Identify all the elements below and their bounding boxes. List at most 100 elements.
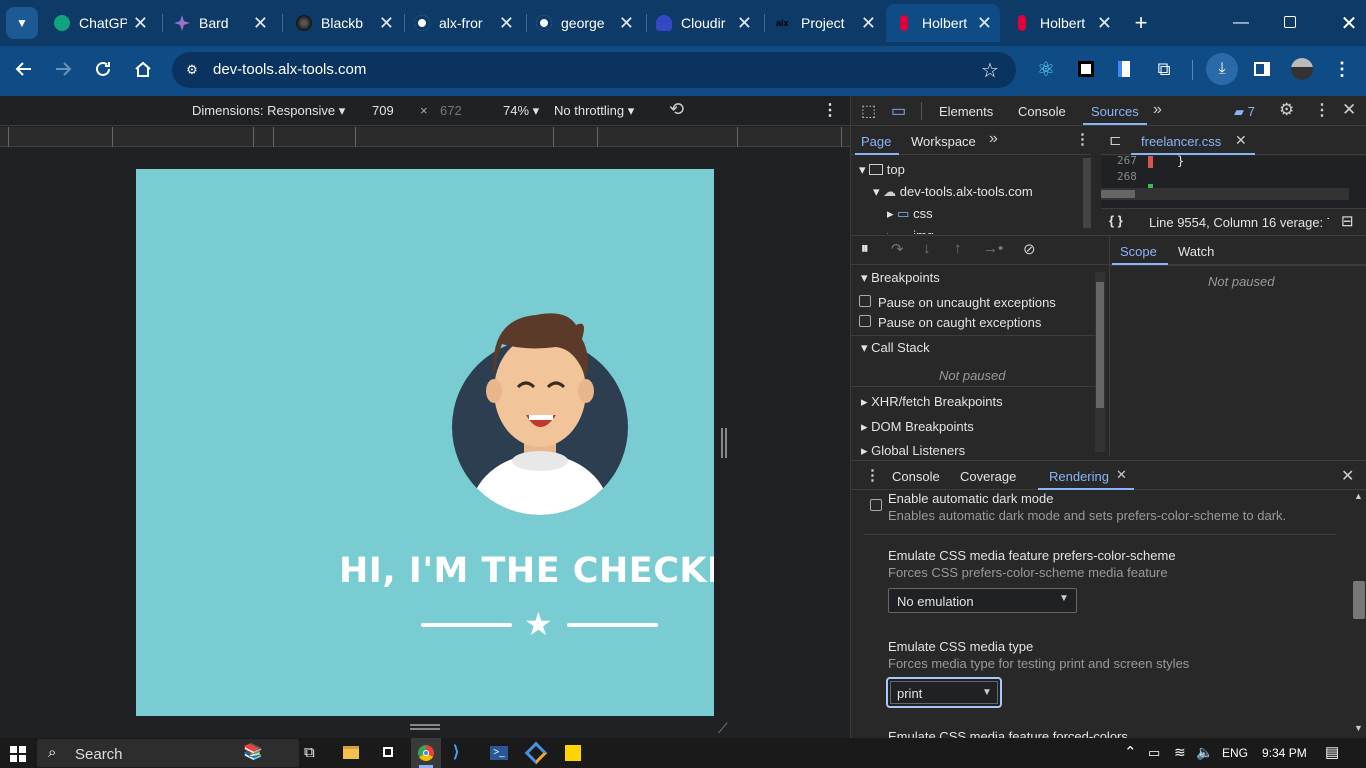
width-input[interactable]: 709	[372, 103, 394, 118]
url-text[interactable]: dev-tools.alx-tools.com	[213, 61, 366, 78]
downloads-icon[interactable]: ⤓	[1206, 53, 1238, 85]
tab-github-alx[interactable]: alx-fror ✕	[404, 4, 522, 42]
device-more-icon[interactable]: ⋮	[822, 100, 838, 120]
step-into-icon[interactable]: ↓	[923, 240, 931, 257]
settings-gear-icon[interactable]: ⚙	[1279, 100, 1294, 120]
tab-github-george[interactable]: george ✕	[526, 4, 642, 42]
extension-react-icon[interactable]: ⚛	[1030, 53, 1062, 85]
tab-sources[interactable]: Sources	[1091, 104, 1139, 119]
tab-bard[interactable]: Bard ✕	[164, 4, 276, 42]
pause-uncaught-checkbox[interactable]	[859, 295, 871, 307]
side-panel-icon[interactable]	[1246, 53, 1278, 85]
drawer-menu-icon[interactable]: ⋮	[865, 466, 880, 484]
pause-caught-checkbox[interactable]	[859, 315, 871, 327]
taskbar-search[interactable]: ⌕ Search 📚	[37, 739, 299, 767]
sticky-notes-icon[interactable]	[565, 745, 581, 761]
drawer-tab-rendering[interactable]: Rendering	[1049, 469, 1109, 484]
tab-holberton[interactable]: Holbert ✕	[1004, 4, 1120, 42]
resize-handle-right[interactable]	[721, 428, 727, 458]
extension-docs-icon[interactable]	[1108, 53, 1140, 85]
battery-icon[interactable]: ▭	[1148, 745, 1160, 761]
notification-icon[interactable]: ▤	[1325, 743, 1339, 761]
new-tab-button[interactable]: +	[1126, 8, 1156, 38]
extensions-puzzle-icon[interactable]: ⧉	[1148, 53, 1180, 85]
tab-blackbox[interactable]: Blackb ✕	[286, 4, 402, 42]
tab-console[interactable]: Console	[1018, 104, 1066, 119]
back-button[interactable]	[8, 53, 40, 85]
vscode-icon[interactable]: ⟩	[453, 745, 469, 761]
tray-chevron-icon[interactable]: ⌃	[1124, 743, 1137, 761]
close-drawer-icon[interactable]: ✕	[1341, 466, 1354, 486]
tab-scope[interactable]: Scope	[1120, 244, 1157, 259]
tree-item-img[interactable]: ▸ ▭ img	[887, 228, 934, 234]
wifi-icon[interactable]: ≋	[1174, 744, 1186, 761]
toggle-navigator-icon[interactable]: ⊏	[1109, 131, 1122, 149]
nav-menu-icon[interactable]: ⋮	[1075, 130, 1090, 148]
reload-button[interactable]	[87, 53, 119, 85]
close-window-button[interactable]: ✕	[1334, 8, 1364, 38]
tab-holberton-active[interactable]: Holbert ✕	[886, 4, 1000, 42]
bookmark-star-icon[interactable]: ☆	[976, 56, 1004, 84]
tab-search-button[interactable]: ▼	[6, 7, 38, 39]
editor-file-tab[interactable]: freelancer.css	[1141, 134, 1221, 149]
throttling-dropdown[interactable]: No throttling ▾	[554, 103, 634, 119]
deactivate-breakpoints-icon[interactable]: ⊘	[1023, 240, 1036, 258]
close-file-icon[interactable]: ✕	[1235, 132, 1247, 149]
resize-handle-bottom[interactable]	[410, 724, 440, 730]
file-explorer-icon[interactable]	[343, 746, 359, 759]
close-icon[interactable]: ✕	[737, 13, 752, 34]
extension-icon[interactable]	[1070, 53, 1102, 85]
device-toggle-icon[interactable]: ▭	[891, 101, 906, 121]
profile-avatar[interactable]	[1286, 53, 1318, 85]
language-indicator[interactable]: ENG	[1222, 746, 1248, 760]
close-icon[interactable]: ✕	[379, 13, 394, 34]
zoom-dropdown[interactable]: 74% ▾	[503, 103, 539, 119]
pcs-select[interactable]: No emulation ▼	[888, 588, 1077, 613]
drawer-tab-console[interactable]: Console	[892, 469, 940, 484]
resize-handle-corner[interactable]: ⟋	[718, 720, 728, 737]
nav-tab-page[interactable]: Page	[861, 134, 891, 149]
height-input[interactable]: 672	[440, 103, 462, 118]
forward-button[interactable]	[47, 53, 79, 85]
minimize-button[interactable]: —	[1226, 8, 1256, 38]
chrome-taskbar-icon[interactable]	[411, 738, 441, 768]
close-icon[interactable]: ✕	[977, 13, 992, 34]
tree-scrollbar[interactable]	[1083, 158, 1091, 228]
tree-item-css[interactable]: ▸ ▭ css	[887, 206, 933, 222]
close-icon[interactable]: ✕	[253, 13, 268, 34]
pause-icon[interactable]: ⏸	[861, 240, 869, 257]
step-icon[interactable]: →•	[983, 240, 1003, 257]
devtools-menu-icon[interactable]: ⋮	[1314, 100, 1330, 120]
tree-item-top[interactable]: ▾ top	[859, 162, 905, 178]
xhr-breakpoints-section[interactable]: ▸ XHR/fetch Breakpoints	[861, 394, 1003, 410]
inspect-element-icon[interactable]: ⬚	[861, 101, 876, 121]
close-icon[interactable]: ✕	[1097, 13, 1112, 34]
drawer-tab-coverage[interactable]: Coverage	[960, 469, 1016, 484]
site-info-icon[interactable]: ⚙	[180, 58, 204, 82]
nav-tab-workspace[interactable]: Workspace	[911, 134, 976, 149]
home-button[interactable]	[127, 53, 159, 85]
debugger-scrollbar[interactable]	[1095, 272, 1105, 452]
git-icon[interactable]	[524, 741, 548, 765]
call-stack-section[interactable]: ▾ Call Stack	[861, 340, 930, 356]
more-tabs-icon[interactable]: »	[1153, 101, 1162, 119]
task-view-icon[interactable]: ⧉	[304, 744, 315, 761]
tab-watch[interactable]: Watch	[1178, 244, 1214, 259]
restore-button[interactable]	[1284, 16, 1296, 28]
coverage-icon[interactable]: ⊟	[1341, 212, 1354, 230]
dom-breakpoints-section[interactable]: ▸ DOM Breakpoints	[861, 419, 974, 435]
format-braces-icon[interactable]: { }	[1109, 213, 1123, 228]
address-bar[interactable]: ⚙ dev-tools.alx-tools.com ☆	[172, 52, 1016, 88]
volume-icon[interactable]: 🔈	[1196, 744, 1213, 761]
code-editor[interactable]: 267 268 }	[1101, 154, 1366, 208]
terminal-icon[interactable]: >_	[490, 746, 508, 760]
close-icon[interactable]: ✕	[619, 13, 634, 34]
dark-mode-checkbox[interactable]	[870, 499, 882, 511]
media-type-select[interactable]: print ▼	[886, 677, 1002, 708]
step-out-icon[interactable]: ↑	[954, 240, 962, 257]
chrome-menu-icon[interactable]: ⋮	[1326, 53, 1358, 85]
close-devtools-icon[interactable]: ✕	[1342, 100, 1356, 120]
tab-cloudinary[interactable]: Cloudir ✕	[646, 4, 760, 42]
issues-badge[interactable]: ▰ 7	[1234, 104, 1255, 120]
clock[interactable]: 9:34 PM	[1262, 746, 1307, 760]
